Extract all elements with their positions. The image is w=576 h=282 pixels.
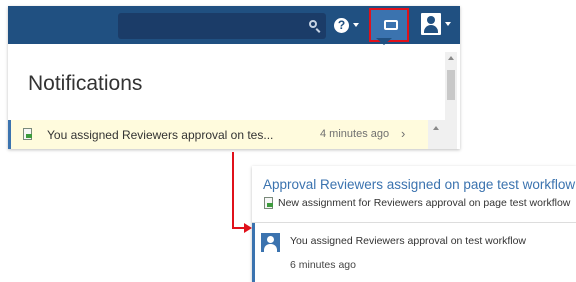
help-menu-button[interactable]: ? bbox=[334, 16, 359, 34]
notification-detail-title[interactable]: Approval Reviewers assigned on page test… bbox=[263, 177, 575, 192]
inbox-icon bbox=[384, 20, 398, 30]
user-avatar-icon bbox=[421, 13, 441, 35]
callout-arrow-line bbox=[232, 152, 234, 228]
notifications-button[interactable] bbox=[369, 8, 409, 42]
callout-arrow-head bbox=[244, 223, 252, 233]
entry-text: You assigned Reviewers approval on test … bbox=[290, 235, 526, 247]
notification-entry: You assigned Reviewers approval on test … bbox=[252, 223, 576, 282]
notification-item[interactable]: You assigned Reviewers approval on tes..… bbox=[8, 120, 428, 149]
scroll-up-icon[interactable] bbox=[433, 126, 439, 130]
chevron-down-icon bbox=[445, 22, 451, 26]
chevron-right-icon[interactable]: › bbox=[401, 126, 405, 141]
user-menu-button[interactable] bbox=[421, 13, 451, 35]
notifications-heading: Notifications bbox=[28, 72, 143, 95]
search-input[interactable] bbox=[118, 13, 326, 39]
scrollbar[interactable] bbox=[445, 52, 457, 149]
notifications-panel: ? Notifications You assigned Reviewers a… bbox=[8, 6, 460, 149]
notification-detail-subtitle: New assignment for Reviewers approval on… bbox=[264, 197, 570, 209]
dropdown-pointer bbox=[376, 38, 392, 45]
subtitle-text: New assignment for Reviewers approval on… bbox=[278, 197, 571, 209]
notification-text: You assigned Reviewers approval on tes..… bbox=[47, 128, 274, 142]
user-avatar-icon bbox=[261, 233, 280, 252]
question-circle-icon: ? bbox=[334, 17, 349, 33]
chevron-down-icon bbox=[353, 23, 359, 27]
notification-detail-card: Approval Reviewers assigned on page test… bbox=[252, 166, 576, 282]
page-icon bbox=[23, 128, 32, 140]
page-icon bbox=[264, 197, 273, 209]
scrollbar-thumb[interactable] bbox=[447, 70, 455, 100]
search-icon[interactable] bbox=[309, 20, 317, 28]
scroll-up-icon[interactable] bbox=[448, 56, 454, 60]
top-header-bar: ? bbox=[8, 6, 460, 44]
notification-time: 4 minutes ago bbox=[320, 128, 390, 140]
entry-time: 6 minutes ago bbox=[290, 259, 356, 271]
scrollbar[interactable] bbox=[428, 120, 445, 149]
